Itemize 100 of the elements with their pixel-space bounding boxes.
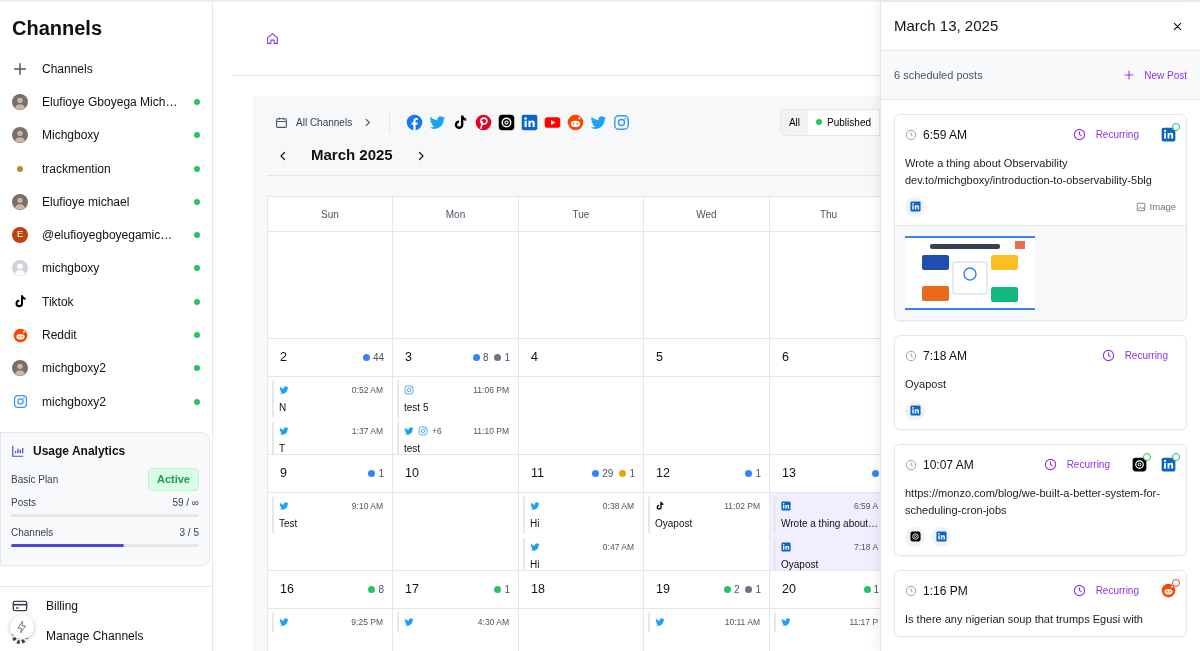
- card-icon: [12, 598, 28, 614]
- avatar-icon: [12, 93, 28, 110]
- post-time: 7:18 A: [854, 540, 879, 554]
- calendar-post[interactable]: 7:18 A Oyapost: [774, 537, 880, 570]
- avatar-icon: [12, 193, 28, 210]
- instagram-icon: [418, 426, 428, 436]
- meter-label: Channels: [11, 525, 54, 540]
- close-icon: [1172, 20, 1183, 32]
- post-time: 10:11 AM: [724, 615, 760, 629]
- channel-item[interactable]: michgboxy: [0, 251, 212, 286]
- quick-action-button[interactable]: [10, 615, 34, 639]
- day-cell[interactable]: 11 29 1 0:38 AM Hi 0:47 AM Hi: [519, 455, 644, 571]
- attachment-label: Image: [1149, 199, 1176, 214]
- calendar-post[interactable]: 10:11 AM: [648, 612, 765, 633]
- post-text: N: [279, 401, 288, 415]
- calendar-post[interactable]: 6:59 A Wrote a thing about…: [774, 496, 880, 534]
- avatar-icon: [12, 260, 28, 277]
- day-cell[interactable]: 19 2 1 10:11 AM: [644, 571, 770, 651]
- day-number: 10: [405, 465, 420, 483]
- month-title: March 2025: [311, 145, 393, 166]
- clock-icon: [1043, 458, 1057, 472]
- new-post-button[interactable]: New Post: [1123, 67, 1187, 83]
- post-time: 1:37 AM: [351, 424, 383, 438]
- post-text: Test: [279, 517, 299, 531]
- day-cell[interactable]: 16 8 9:25 PM: [268, 571, 393, 651]
- day-cell[interactable]: 5: [644, 339, 770, 455]
- day-cell[interactable]: 2 44 0:52 AM N 1:37 AM T: [268, 339, 393, 455]
- channel-item[interactable]: Elufioye michael: [0, 185, 212, 219]
- post-time: 9:25 PM: [351, 615, 383, 629]
- linkedin-icon: [909, 405, 921, 417]
- channel-item[interactable]: michgboxy2: [0, 384, 212, 419]
- avatar: E: [12, 227, 28, 244]
- home-icon[interactable]: [266, 32, 279, 45]
- threads-icon: [909, 531, 921, 543]
- channel-item[interactable]: Reddit: [0, 318, 212, 352]
- day-cell[interactable]: 10: [393, 455, 519, 571]
- post-text: Hi: [530, 558, 541, 570]
- clock-icon: [1072, 128, 1086, 142]
- day-number: 17: [405, 581, 420, 599]
- post-text: test 5: [404, 401, 430, 415]
- post-text: Oyapost: [905, 376, 947, 392]
- weekday-label: Thu: [770, 197, 880, 232]
- day-cell[interactable]: 9 1 9:10 AM Test: [268, 455, 393, 571]
- calendar-post[interactable]: 9:25 PM: [272, 612, 388, 633]
- usage-title: Usage Analytics: [33, 443, 126, 461]
- post-text: Hi: [530, 517, 541, 531]
- day-number: 9: [280, 465, 288, 483]
- post-count: 1: [504, 351, 510, 365]
- channel-filter[interactable]: All Channels: [275, 114, 353, 130]
- calendar-post[interactable]: 0:47 AM Hi: [523, 537, 639, 570]
- calendar-post[interactable]: 0:52 AM N: [272, 380, 388, 418]
- post-count: 1: [504, 583, 510, 597]
- post-count: 8: [482, 351, 489, 365]
- day-cell[interactable]: 17 1 4:30 AM: [393, 571, 519, 651]
- channel-item[interactable]: Elufioye Gboyega Mich…: [0, 85, 212, 119]
- clock-icon: [905, 584, 917, 597]
- post-count: 44: [372, 351, 384, 365]
- linkedin-icon[interactable]: [521, 113, 539, 131]
- clock-icon: [1101, 349, 1115, 363]
- instagram-icon[interactable]: [613, 113, 631, 131]
- twitter-icon[interactable]: [429, 113, 447, 131]
- channel-item[interactable]: E @elufioyegboyegamic…: [0, 218, 212, 252]
- day-cell[interactable]: 20 1 11:17 P: [770, 571, 880, 651]
- day-cell[interactable]: 4: [519, 339, 644, 455]
- twitter-icon[interactable]: [590, 113, 608, 131]
- channel-item[interactable]: trackmention: [0, 151, 212, 186]
- calendar-post[interactable]: 0:38 AM Hi: [523, 496, 639, 534]
- channel-item[interactable]: Tiktok: [0, 285, 212, 319]
- recurring-label: Recurring: [1066, 458, 1110, 473]
- avatar-icon: [12, 127, 28, 144]
- day-cell[interactable]: 6: [770, 339, 880, 455]
- calendar-post[interactable]: +6 11:10 PM test: [397, 421, 514, 454]
- calendar-post[interactable]: 1:37 AM T: [272, 421, 388, 454]
- channel-item[interactable]: Channels: [0, 52, 212, 86]
- image-icon: [1135, 201, 1146, 212]
- weekday-label: Sun: [268, 197, 393, 232]
- day-cell[interactable]: 18: [519, 571, 644, 651]
- channel-item[interactable]: Michgboxy: [0, 118, 212, 152]
- filter-tab[interactable]: All: [780, 109, 809, 135]
- day-number: 13: [782, 465, 797, 483]
- calendar-post[interactable]: 9:10 AM Test: [272, 496, 388, 534]
- post-text: test: [404, 442, 422, 454]
- threads-icon[interactable]: [498, 113, 516, 131]
- calendar-post[interactable]: 11:02 PM Oyapost: [648, 496, 765, 534]
- day-number: 2: [280, 349, 288, 367]
- lightning-icon: [15, 620, 29, 634]
- post-time: 7:18 AM: [923, 347, 969, 365]
- facebook-icon[interactable]: [406, 113, 424, 131]
- pinterest-icon[interactable]: [475, 113, 493, 131]
- linkedin-icon: [1161, 457, 1176, 473]
- post-text: Wrote a thing about…: [781, 517, 879, 531]
- calendar-post[interactable]: 11:06 PM test 5: [397, 380, 514, 418]
- calendar-post[interactable]: 4:30 AM: [397, 612, 514, 633]
- day-cell[interactable]: 3 8 1 11:06 PM test 5 +6 11:10 PM test: [393, 339, 519, 455]
- post-text: T: [279, 442, 287, 454]
- calendar-post[interactable]: 11:17 P: [774, 612, 880, 633]
- filter-tab[interactable]: Published: [808, 109, 879, 135]
- nav-item[interactable]: Billing: [0, 591, 212, 621]
- reddit-icon[interactable]: [567, 113, 585, 131]
- channel-item[interactable]: michgboxy2: [0, 351, 212, 385]
